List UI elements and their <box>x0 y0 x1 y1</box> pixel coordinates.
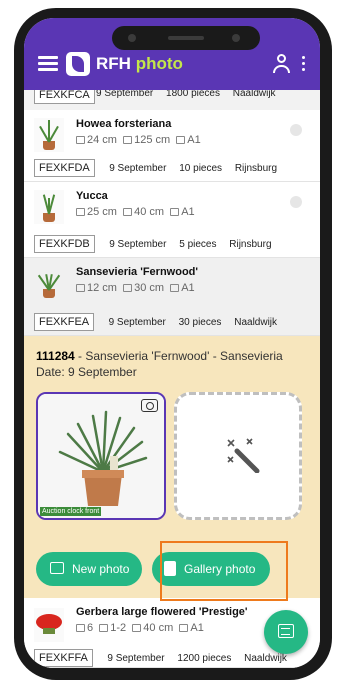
plant-thumbnail <box>34 118 64 152</box>
list-item[interactable]: Yucca 25 cm 40 cm A1 FEXKFDB 9 September… <box>24 182 320 258</box>
rfh-logo-icon <box>66 52 90 76</box>
pot-size-icon <box>76 136 85 144</box>
height-icon <box>123 208 133 216</box>
quality-icon <box>179 624 189 632</box>
new-photo-button[interactable]: New photo <box>36 552 142 586</box>
lot-code: FEXKFCA <box>34 90 95 104</box>
detail-title-text: - Sansevieria 'Fernwood' - Sansevieria <box>74 349 283 363</box>
detail-title: 111284 - Sansevieria 'Fernwood' - Sansev… <box>36 348 306 380</box>
detail-date: Date: 9 September <box>36 365 137 379</box>
stems-icon <box>76 624 85 632</box>
camera-icon[interactable] <box>141 399 158 412</box>
list-item-partial[interactable]: FEXKFCA 9 September 1800 pieces Naaldwij… <box>24 90 320 110</box>
ripeness-icon <box>99 624 109 632</box>
app-screen: RFH photo FEXKFCA 9 September 1800 piece… <box>24 18 320 668</box>
quality-icon <box>176 136 186 144</box>
pot-size-icon <box>76 284 85 292</box>
magic-wand-icon <box>227 438 260 473</box>
scan-fab-button[interactable] <box>264 610 308 654</box>
plant-name: Gerbera large flowered 'Prestige' <box>76 606 248 618</box>
lot-code: FEXKFFA <box>34 649 93 667</box>
lot-code: FEXKFDB <box>34 235 95 253</box>
plant-specs: 25 cm 40 cm A1 <box>76 206 195 218</box>
lot-number: 111284 <box>36 349 75 363</box>
lot-meta: 9 September 1800 pieces Naaldwijk <box>96 90 276 99</box>
lot-codeline: FEXKFDA 9 September 10 pieces Rijnsburg <box>34 158 287 177</box>
kebab-icon[interactable] <box>302 56 306 74</box>
plant-specs: 6 1-2 40 cm A1 <box>76 622 204 634</box>
gallery-icon <box>164 561 176 576</box>
quality-icon <box>170 284 180 292</box>
plant-name: Yucca <box>76 190 108 202</box>
gallery-photo-button[interactable]: Gallery photo <box>152 552 270 586</box>
lot-codeline: FEXKFEA 9 September 30 pieces Naaldwijk <box>34 312 287 331</box>
height-icon <box>132 624 142 632</box>
plant-specs: 12 cm 30 cm A1 <box>76 282 195 294</box>
list-item[interactable]: Howea forsteriana 24 cm 125 cm A1 FEXKFD… <box>24 110 320 182</box>
plant-photo <box>38 394 164 518</box>
lot-code: FEXKFDA <box>34 159 95 177</box>
list-item-selected[interactable]: Sansevieria 'Fernwood' 12 cm 30 cm A1 FE… <box>24 258 320 336</box>
brand-main: RFH <box>96 54 131 73</box>
quality-icon <box>170 208 180 216</box>
magic-wand-card[interactable] <box>174 392 302 520</box>
height-icon <box>123 136 133 144</box>
plant-thumbnail <box>34 190 64 224</box>
plant-specs: 24 cm 125 cm A1 <box>76 134 201 146</box>
plant-name: Sansevieria 'Fernwood' <box>76 266 198 278</box>
photo-label: Auction clock front <box>40 507 102 516</box>
lot-codeline: FEXKFDB 9 September 5 pieces Rijnsburg <box>34 234 282 253</box>
lot-codeline: FEXKFFA 9 September 1200 pieces Naaldwij… <box>34 648 297 667</box>
lot-meta: 9 September 30 pieces Naaldwijk <box>108 317 278 328</box>
select-radio[interactable] <box>290 196 302 208</box>
lot-meta: 9 September 10 pieces Rijnsburg <box>109 163 278 174</box>
phone-notch <box>112 26 260 50</box>
brand-accent: photo <box>135 54 183 73</box>
hamburger-icon[interactable] <box>38 56 58 72</box>
plant-thumbnail <box>34 608 64 642</box>
lot-code: FEXKFEA <box>34 313 95 331</box>
plant-name: Howea forsteriana <box>76 118 172 130</box>
lot-meta: 9 September 1200 pieces Naaldwijk <box>107 653 287 664</box>
lot-detail-panel: 111284 - Sansevieria 'Fernwood' - Sansev… <box>24 336 320 598</box>
app-title: RFH photo <box>96 54 183 74</box>
select-radio[interactable] <box>290 124 302 136</box>
barcode-icon <box>278 624 294 638</box>
height-icon <box>123 284 133 292</box>
user-icon[interactable] <box>272 54 290 74</box>
plant-thumbnail <box>34 266 64 300</box>
photo-card[interactable]: Auction clock front <box>36 392 166 520</box>
lot-meta: 9 September 5 pieces Rijnsburg <box>109 239 272 250</box>
camera-icon <box>50 562 64 574</box>
pot-size-icon <box>76 208 85 216</box>
